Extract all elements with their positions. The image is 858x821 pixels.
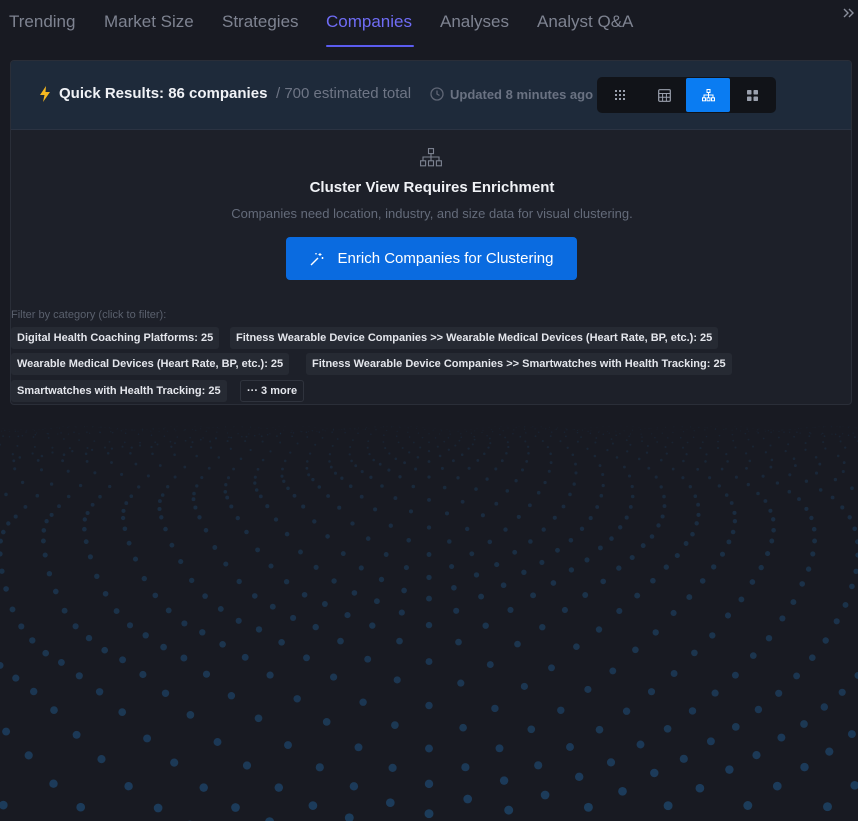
category-chip[interactable]: Fitness Wearable Device Companies >> Sma…: [306, 353, 732, 375]
category-chip[interactable]: Digital Health Coaching Platforms: 25: [11, 327, 220, 349]
empty-state-subtitle: Companies need location, industry, and s…: [231, 206, 633, 221]
tab-market-size[interactable]: Market Size: [104, 12, 194, 32]
card-grid-view-button[interactable]: [730, 78, 774, 112]
results-header: Quick Results: 86 companies / 700 estima…: [11, 61, 851, 130]
tab-strategies[interactable]: Strategies: [222, 12, 299, 32]
tab-companies[interactable]: Companies: [326, 12, 412, 32]
cluster-view-button[interactable]: [686, 78, 730, 112]
dot-grid-icon: [614, 89, 625, 100]
card-grid-icon: [746, 89, 758, 101]
table-view-button[interactable]: [642, 78, 686, 112]
results-count: Quick Results: 86 companies: [59, 85, 268, 102]
cluster-icon: [420, 148, 442, 167]
clock-icon: [430, 87, 444, 101]
tab-analyses[interactable]: Analyses: [440, 12, 509, 32]
category-chip[interactable]: Fitness Wearable Device Companies >> Wea…: [230, 327, 719, 349]
show-more-chips-button[interactable]: ··· 3 more: [240, 380, 305, 402]
double-chevron-right-icon[interactable]: [842, 6, 856, 20]
enrich-button-label: Enrich Companies for Clustering: [337, 250, 554, 267]
updated-timestamp: Updated 8 minutes ago: [450, 87, 594, 102]
magic-wand-icon: [310, 252, 324, 265]
results-panel: Quick Results: 86 companies / 700 estima…: [10, 60, 852, 405]
dot-grid-view-button[interactable]: [598, 78, 642, 112]
filter-label: Filter by category (click to filter):: [11, 309, 167, 321]
estimated-total: / 700 estimated total: [276, 85, 412, 102]
category-chip[interactable]: Smartwatches with Health Tracking: 25: [11, 380, 227, 402]
tab-bar: Trending Market Size Strategies Companie…: [0, 0, 858, 48]
empty-state-title: Cluster View Requires Enrichment: [309, 179, 555, 196]
category-chip[interactable]: Wearable Medical Devices (Heart Rate, BP…: [11, 353, 290, 375]
enrich-companies-button[interactable]: Enrich Companies for Clustering: [286, 237, 577, 280]
cluster-icon: [701, 88, 715, 101]
view-toggle: [597, 77, 776, 113]
tab-trending[interactable]: Trending: [9, 12, 75, 32]
table-icon: [657, 88, 671, 102]
tab-analyst-qa[interactable]: Analyst Q&A: [537, 12, 633, 32]
active-tab-indicator: [326, 45, 414, 47]
lightning-icon: [40, 86, 50, 102]
